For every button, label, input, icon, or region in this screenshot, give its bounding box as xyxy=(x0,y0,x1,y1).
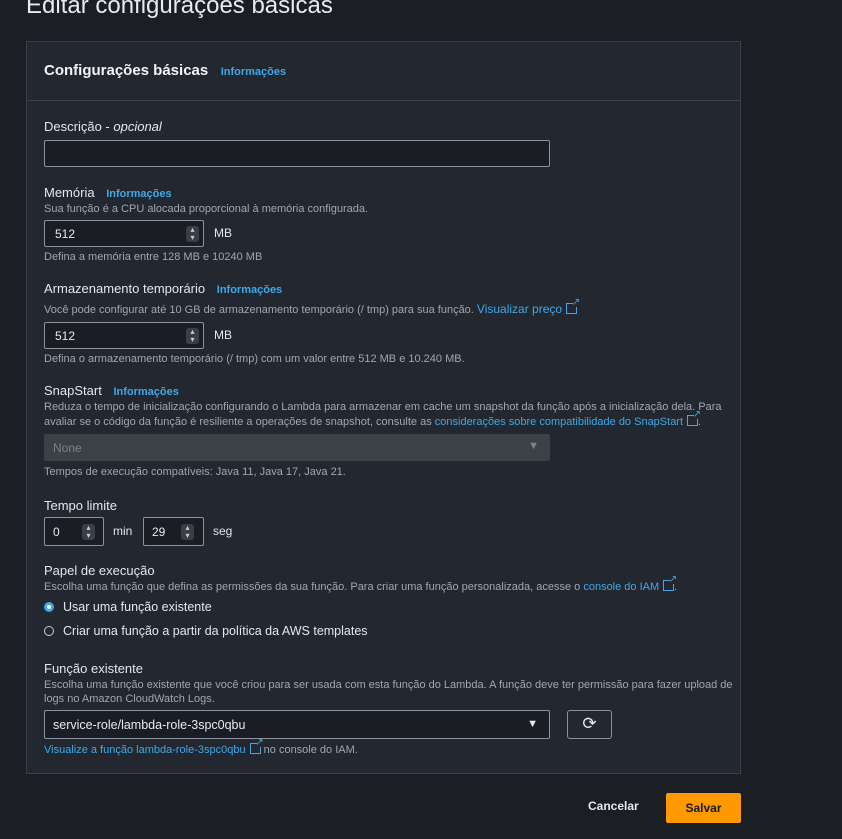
save-button[interactable]: Salvar xyxy=(666,793,741,823)
role-help: Escolha uma função que defina as permiss… xyxy=(44,581,581,593)
timeout-sec-value: 29 xyxy=(152,525,166,539)
storage-unit: MB xyxy=(214,328,232,342)
memory-value: 512 xyxy=(55,227,76,241)
existing-role-help-line2: logs no Amazon CloudWatch Logs. xyxy=(44,693,215,705)
storage-help: Você pode configurar até 10 GB de armaze… xyxy=(44,304,474,316)
snapstart-help-text: avaliar se o código da função é resilien… xyxy=(44,416,432,428)
memory-label: Memória xyxy=(44,185,95,200)
memory-constraint: Defina a memória entre 128 MB e 10240 MB xyxy=(44,251,263,263)
radio-use-existing-label: Usar uma função existente xyxy=(63,600,212,614)
timeout-min-unit: min xyxy=(113,524,133,538)
storage-label: Armazenamento temporário xyxy=(44,281,206,296)
panel-title: Configurações básicas xyxy=(44,62,209,79)
external-link-icon xyxy=(663,574,677,591)
memory-help: Sua função é a CPU alocada proporcional … xyxy=(44,203,369,215)
radio-unselected-icon[interactable] xyxy=(44,626,54,636)
role-label: Papel de execução xyxy=(44,563,155,578)
external-link-icon xyxy=(687,409,701,426)
snapstart-label: SnapStart xyxy=(44,383,102,398)
radio-use-existing[interactable]: Usar uma função existente xyxy=(44,599,444,617)
timeout-min-input[interactable]: 0 ▴ ▾ xyxy=(44,517,104,546)
storage-input[interactable]: 512 ▴ ▾ xyxy=(44,322,204,349)
memory-stepper-icon[interactable]: ▴ ▾ xyxy=(186,226,199,242)
cancel-button[interactable]: Cancelar xyxy=(588,799,639,813)
page-title: Editar configurações básicas xyxy=(26,0,333,19)
timeout-sec-unit: seg xyxy=(213,524,233,538)
radio-create-label: Criar uma função a partir da política da… xyxy=(63,624,368,638)
external-link-icon xyxy=(249,737,264,754)
snapstart-help-line2: avaliar se o código da função é resilien… xyxy=(44,409,701,428)
timeout-label: Tempo limite xyxy=(44,498,117,513)
existing-role-selected: service-role/lambda-role-3spc0qbu xyxy=(53,718,246,732)
description-label-text: Descrição - xyxy=(44,119,110,134)
radio-selected-icon[interactable] xyxy=(44,602,54,612)
storage-help-row: Você pode configurar até 10 GB de armaze… xyxy=(44,297,580,316)
iam-console-link[interactable]: console do IAM xyxy=(583,581,659,593)
storage-label-row: Armazenamento temporário Informações xyxy=(44,281,282,296)
memory-input[interactable]: 512 ▴ ▾ xyxy=(44,220,204,247)
storage-constraint: Defina o armazenamento temporário (/ tmp… xyxy=(44,353,465,365)
snapstart-compat-link[interactable]: considerações sobre compatibilidade do S… xyxy=(435,416,683,428)
memory-label-row: Memória Informações xyxy=(44,185,172,200)
refresh-button[interactable]: ⟳ xyxy=(567,710,612,739)
snapstart-label-row: SnapStart Informações xyxy=(44,383,179,398)
storage-info-link[interactable]: Informações xyxy=(217,284,282,296)
panel-header: Configurações básicas Informações xyxy=(27,42,740,101)
caret-down-icon: ▼ xyxy=(527,718,538,730)
snapstart-info-link[interactable]: Informações xyxy=(113,386,178,398)
caret-down-icon: ▼ xyxy=(528,440,539,452)
radio-create-from-template[interactable]: Criar uma função a partir da política da… xyxy=(44,623,444,641)
existing-role-help-line1: Escolha uma função existente que você cr… xyxy=(44,679,733,691)
storage-price-link[interactable]: Visualizar preço xyxy=(477,302,562,316)
view-role-link[interactable]: Visualize a função lambda-role-3spc0qbu xyxy=(44,744,246,756)
storage-value: 512 xyxy=(55,329,76,343)
description-input[interactable] xyxy=(44,140,550,167)
snapstart-help-line1: Reduza o tempo de inicialização configur… xyxy=(44,401,722,413)
memory-unit: MB xyxy=(214,226,232,240)
snapstart-selected: None xyxy=(53,441,82,455)
view-role-suffix: no console do IAM. xyxy=(263,744,358,756)
timeout-min-value: 0 xyxy=(53,525,60,539)
snapstart-select: None ▼ xyxy=(44,434,550,461)
timeout-min-stepper-icon[interactable]: ▴ ▾ xyxy=(82,524,95,540)
timeout-sec-stepper-icon[interactable]: ▴ ▾ xyxy=(181,524,194,540)
description-label: Descrição - opcional xyxy=(44,119,162,134)
timeout-sec-input[interactable]: 29 ▴ ▾ xyxy=(143,517,204,546)
basic-settings-panel: Configurações básicas Informações Descri… xyxy=(26,41,741,774)
existing-role-label: Função existente xyxy=(44,661,144,676)
existing-role-select[interactable]: service-role/lambda-role-3spc0qbu ▼ xyxy=(44,710,550,739)
snapstart-runtimes: Tempos de execução compatíveis: Java 11,… xyxy=(44,466,346,478)
refresh-icon: ⟳ xyxy=(582,714,597,733)
external-link-icon xyxy=(566,297,580,314)
storage-stepper-icon[interactable]: ▴ ▾ xyxy=(186,328,199,344)
view-role-row: Visualize a função lambda-role-3spc0qbu … xyxy=(44,737,358,756)
role-help-row: Escolha uma função que defina as permiss… xyxy=(44,574,677,593)
panel-info-link[interactable]: Informações xyxy=(221,66,286,78)
description-optional: opcional xyxy=(113,119,162,134)
memory-info-link[interactable]: Informações xyxy=(106,188,171,200)
